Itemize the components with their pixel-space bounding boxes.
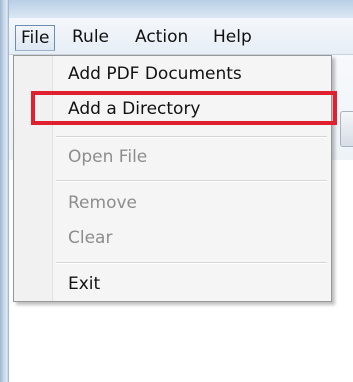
menu-action[interactable]: Action [129, 25, 194, 49]
menu-item-clear[interactable]: Clear [68, 226, 112, 250]
annotation-highlight-box [31, 91, 337, 125]
menu-separator [56, 180, 327, 182]
menu-help[interactable]: Help [207, 25, 258, 49]
window-left-border [0, 0, 9, 382]
menu-bar: File Rule Action Help [9, 18, 353, 55]
menu-rule[interactable]: Rule [66, 25, 115, 49]
app-window: File Rule Action Help Add PDF Documents … [0, 0, 353, 382]
menu-separator [56, 136, 327, 138]
menu-item-remove[interactable]: Remove [68, 191, 137, 215]
menu-item-exit[interactable]: Exit [68, 272, 100, 296]
menu-file[interactable]: File [15, 25, 56, 51]
menu-separator [56, 262, 327, 264]
menu-item-add-pdf-documents[interactable]: Add PDF Documents [68, 62, 242, 86]
file-menu-dropdown: Add PDF Documents Add a Directory Open F… [13, 55, 337, 302]
menu-item-open-file[interactable]: Open File [68, 145, 147, 169]
toolbar-button-edge [340, 111, 353, 147]
window-title-edge [0, 0, 353, 18]
